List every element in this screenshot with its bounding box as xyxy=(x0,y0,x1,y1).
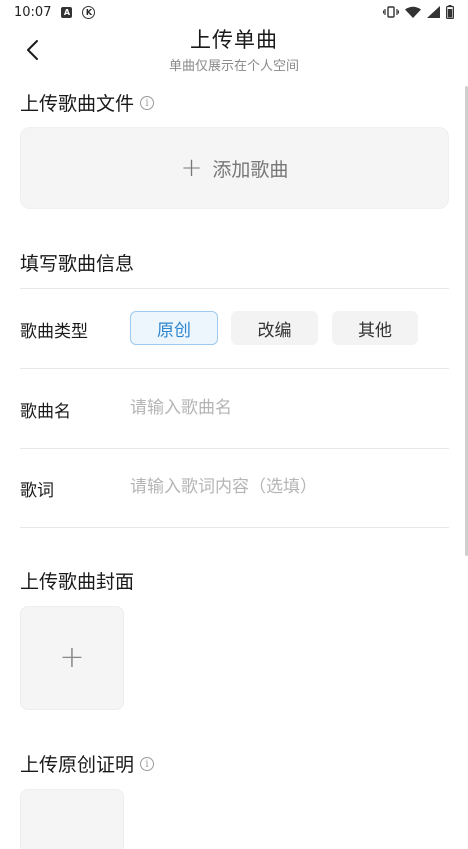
app-a-icon: A xyxy=(61,6,73,18)
song-name-input[interactable] xyxy=(130,393,448,423)
divider xyxy=(20,448,449,449)
status-time: 10:07 xyxy=(14,4,52,20)
song-info-title: 填写歌曲信息 xyxy=(20,249,134,276)
type-chip-adapted[interactable]: 改编 xyxy=(231,311,318,345)
proof-title: 上传原创证明 i xyxy=(20,750,155,777)
app-k-icon: K xyxy=(82,5,96,19)
plus-icon: + xyxy=(59,640,85,675)
lyrics-label: 歌词 xyxy=(20,481,54,501)
upload-file-title: 上传歌曲文件 i xyxy=(20,89,155,116)
page-subtitle: 单曲仅展示在个人空间 xyxy=(168,59,299,74)
wifi-icon xyxy=(405,6,421,18)
lyrics-input[interactable] xyxy=(130,472,448,502)
cover-upload-button[interactable]: + xyxy=(20,606,124,710)
proof-title-text: 上传原创证明 xyxy=(20,754,135,776)
status-bar: 10:07 A K xyxy=(0,0,468,24)
plus-icon: + xyxy=(180,153,203,183)
status-left: 10:07 A K xyxy=(14,4,96,20)
divider xyxy=(20,527,449,528)
cover-title-text: 上传歌曲封面 xyxy=(20,571,135,593)
song-info-title-text: 填写歌曲信息 xyxy=(20,253,135,275)
vibrate-icon xyxy=(383,6,399,18)
song-name-label: 歌曲名 xyxy=(20,402,71,422)
header: 上传单曲 单曲仅展示在个人空间 xyxy=(0,22,468,76)
song-type-label: 歌曲类型 xyxy=(20,322,88,342)
add-song-button[interactable]: + 添加歌曲 xyxy=(20,127,449,209)
divider xyxy=(20,368,449,369)
status-right xyxy=(383,5,454,19)
info-icon[interactable]: i xyxy=(140,756,155,771)
battery-icon xyxy=(446,5,454,19)
upload-file-title-text: 上传歌曲文件 xyxy=(20,93,135,115)
signal-icon xyxy=(427,6,440,18)
divider xyxy=(20,288,449,289)
page-title: 上传单曲 xyxy=(190,28,278,52)
info-icon[interactable]: i xyxy=(140,95,155,110)
cover-title: 上传歌曲封面 xyxy=(20,567,134,594)
add-song-label: 添加歌曲 xyxy=(212,158,289,181)
proof-upload-button[interactable] xyxy=(20,789,124,849)
type-chip-original[interactable]: 原创 xyxy=(130,311,218,345)
type-chip-other[interactable]: 其他 xyxy=(332,311,418,345)
